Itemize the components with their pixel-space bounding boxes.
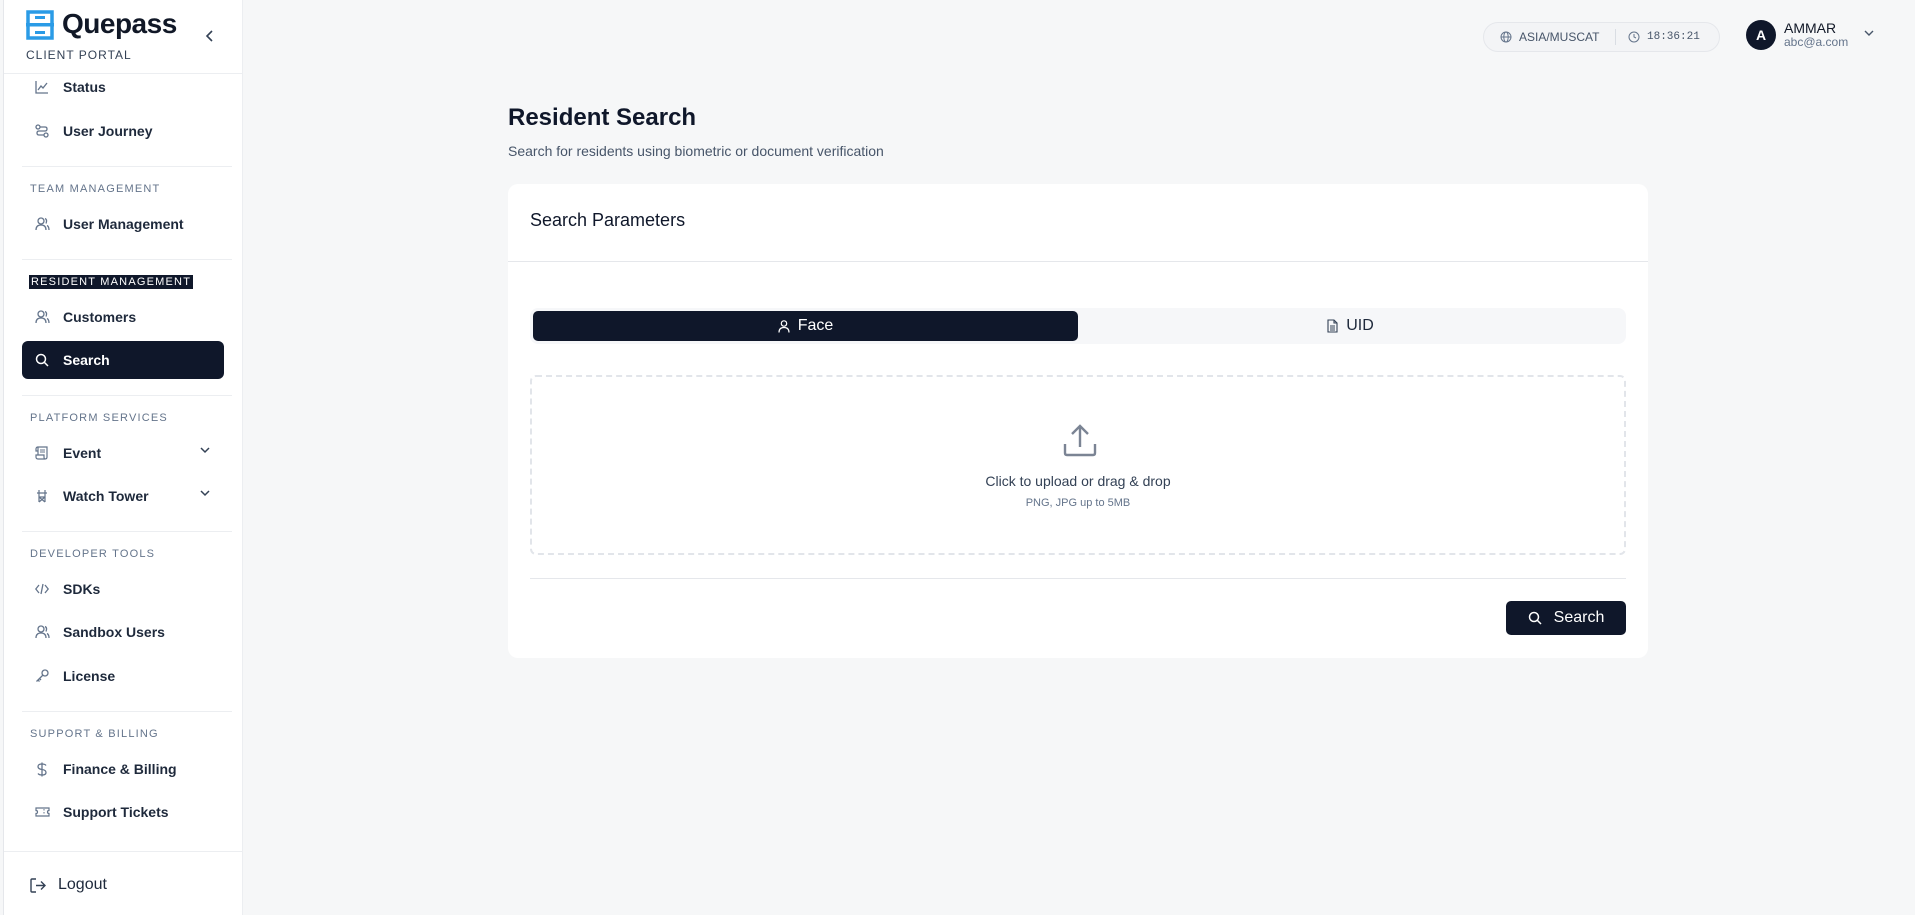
chevron-left-icon [205, 30, 213, 42]
user-info: AMMAR abc@a.com [1784, 20, 1848, 50]
sidebar-item-label: Support Tickets [63, 804, 169, 820]
sidebar-item-label: Finance & Billing [63, 761, 177, 777]
upload-title: Click to upload or drag & drop [985, 473, 1171, 489]
logout-icon [30, 877, 46, 893]
sidebar-item-sdks[interactable]: SDKs [22, 570, 224, 608]
users-icon [34, 624, 50, 640]
user-email: abc@a.com [1784, 35, 1849, 50]
dollar-icon [34, 761, 50, 777]
brand-header: Quepass CLIENT PORTAL [4, 0, 242, 74]
brand-name: Quepass [62, 8, 177, 39]
page-title: Resident Search [508, 104, 697, 131]
sidebar-item-label: Search [63, 352, 110, 368]
sidebar-item-label: Watch Tower [63, 488, 149, 504]
users-icon [34, 309, 50, 325]
collapse-sidebar-button[interactable] [200, 26, 220, 46]
timezone-label: ASIA/MUSCAT [1519, 30, 1600, 44]
divider [22, 259, 232, 260]
sidebar-item-user-management[interactable]: User Management [22, 205, 224, 243]
brand-subtitle: CLIENT PORTAL [26, 48, 132, 62]
sidebar-item-sandbox-users[interactable]: Sandbox Users [22, 613, 224, 651]
route-icon [34, 123, 50, 139]
search-button-label: Search [1553, 609, 1605, 626]
sidebar-item-event[interactable]: Event [22, 434, 224, 472]
clock-time: 18:36:21 [1647, 31, 1700, 43]
divider [22, 166, 232, 167]
sidebar-item-label: User Management [63, 216, 184, 232]
clock: 18:36:21 [1616, 31, 1700, 43]
search-button[interactable]: Search [1506, 601, 1626, 635]
globe-icon [1500, 31, 1512, 43]
divider [22, 395, 232, 396]
sidebar-item-label: User Journey [63, 123, 153, 139]
scroll-icon [34, 445, 50, 461]
tab-face[interactable]: Face [533, 311, 1078, 341]
sidebar-item-finance-billing[interactable]: Finance & Billing [22, 750, 224, 788]
search-icon [1528, 611, 1542, 625]
clock-icon [1628, 31, 1640, 43]
sidebar-item-customers[interactable]: Customers [22, 298, 224, 336]
sidebar-item-label: License [63, 668, 116, 684]
logout-label: Logout [58, 876, 107, 893]
tab-label: Face [797, 317, 834, 334]
search-method-tabs: Face UID [530, 308, 1626, 344]
upload-icon [1063, 424, 1097, 457]
sidebar-item-license[interactable]: License [22, 657, 224, 695]
chevron-down-icon [200, 490, 210, 497]
section-title: TEAM MANAGEMENT [30, 183, 161, 195]
sidebar-item-search[interactable]: Search [22, 341, 224, 379]
user-name: AMMAR [1784, 20, 1837, 37]
upload-dropzone[interactable]: Click to upload or drag & drop PNG, JPG … [530, 375, 1626, 555]
search-icon [34, 352, 50, 368]
divider [22, 531, 232, 532]
sidebar-item-support-tickets[interactable]: Support Tickets [22, 793, 224, 831]
chevron-down-icon [200, 447, 210, 454]
code-icon [34, 581, 50, 597]
timezone-clock: ASIA/MUSCAT 18:36:21 [1483, 22, 1720, 52]
section-title: DEVELOPER TOOLS [30, 548, 156, 560]
user-icon [778, 319, 790, 333]
sidebar-item-label: Event [63, 445, 102, 461]
sidebar: Quepass CLIENT PORTAL Status User Journe… [3, 0, 243, 915]
chart-line-icon [34, 79, 50, 95]
card-title: Search Parameters [508, 184, 1648, 262]
timezone: ASIA/MUSCAT [1484, 29, 1616, 45]
section-title: SUPPORT & BILLING [30, 728, 159, 740]
sidebar-item-user-journey[interactable]: User Journey [22, 112, 224, 150]
page-subtitle: Search for residents using biometric or … [508, 143, 884, 159]
ticket-icon [34, 804, 50, 820]
divider [22, 711, 232, 712]
chevron-down-icon [1864, 30, 1874, 36]
search-parameters-card: Search Parameters Face UID Click to uplo… [508, 184, 1648, 658]
document-icon [1327, 319, 1338, 333]
sidebar-item-label: Sandbox Users [63, 624, 165, 640]
user-menu[interactable]: A AMMAR abc@a.com [1746, 20, 1874, 50]
users-icon [34, 216, 50, 232]
tab-label: UID [1346, 317, 1374, 334]
sidebar-item-label: Status [63, 79, 106, 95]
sidebar-item-label: Customers [63, 309, 137, 325]
logout-button[interactable]: Logout [30, 876, 107, 894]
sidebar-item-label: SDKs [63, 581, 101, 597]
key-icon [34, 668, 50, 684]
sidebar-item-watch-tower[interactable]: Watch Tower [22, 477, 224, 515]
tab-uid[interactable]: UID [1078, 311, 1623, 341]
divider [530, 578, 1626, 579]
avatar: A [1746, 20, 1776, 50]
quepass-logo-icon [26, 10, 54, 40]
section-title-highlighted: RESIDENT MANAGEMENT [29, 275, 194, 289]
upload-hint: PNG, JPG up to 5MB [1025, 497, 1131, 509]
sidebar-item-status[interactable]: Status [22, 68, 224, 106]
divider [4, 851, 243, 852]
section-title: PLATFORM SERVICES [30, 412, 168, 424]
tower-icon [34, 488, 50, 504]
